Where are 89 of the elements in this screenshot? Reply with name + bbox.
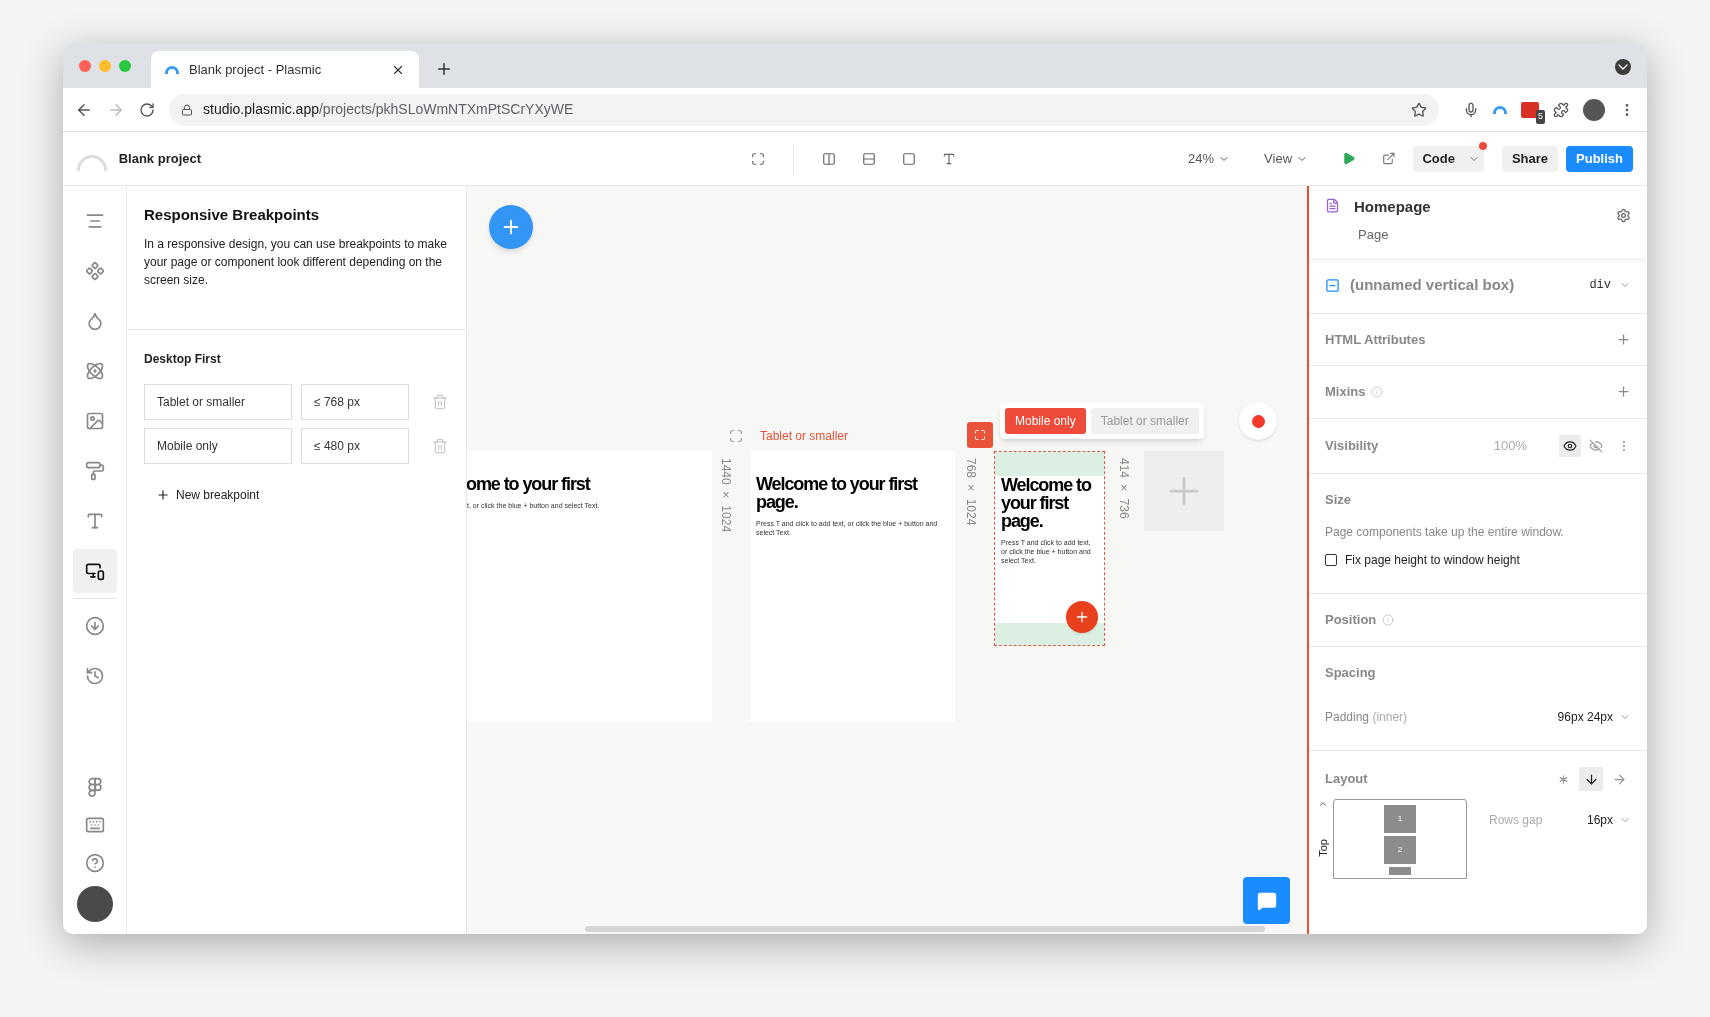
page-title: Homepage: [1354, 197, 1432, 217]
frame-icon[interactable]: [729, 429, 743, 443]
settings-icon[interactable]: [1616, 208, 1631, 223]
element-name: (unnamed vertical box): [1350, 275, 1516, 295]
url-text: studio.plasmic.app/projects/pkhSLoWmNTXmPtSCrYXyWE: [203, 100, 575, 119]
page-icon: [1325, 198, 1340, 213]
record-button[interactable]: [1239, 402, 1277, 440]
url-field[interactable]: studio.plasmic.app/projects/pkhSLoWmNTXmPtSCrYXyWE: [169, 93, 1439, 126]
artboard-size: 768 × 1024: [963, 458, 979, 526]
extension-badge: 5: [1536, 110, 1545, 124]
new-breakpoint-button[interactable]: New breakpoint: [156, 485, 260, 504]
section-title: Position: [1325, 611, 1377, 629]
user-avatar[interactable]: [76, 886, 113, 922]
new-tab-icon[interactable]: [435, 60, 453, 78]
breakpoint-name-field[interactable]: Tablet or smaller: [144, 383, 292, 420]
plus-icon: [156, 487, 170, 502]
play-icon[interactable]: [1342, 151, 1356, 166]
view-dropdown[interactable]: View: [1264, 148, 1309, 169]
eye-icon[interactable]: [1559, 434, 1581, 457]
preview-item: 2: [1384, 836, 1416, 864]
breakpoint-width-field[interactable]: ≤ 768 px: [301, 383, 409, 420]
frame-label[interactable]: Tablet or smaller: [760, 427, 849, 445]
checkbox-label: Fix page height to window height: [1345, 552, 1520, 569]
section-title: HTML Attributes: [1325, 330, 1427, 349]
variant-tab[interactable]: Mobile only: [1005, 408, 1086, 434]
panel-title: Responsive Breakpoints: [144, 205, 321, 225]
padding-dropdown[interactable]: 96px 24px: [1557, 708, 1631, 726]
preview-item: 1: [1384, 805, 1416, 833]
square-icon[interactable]: [902, 151, 917, 166]
tag-dropdown[interactable]: div: [1589, 276, 1631, 295]
share-button[interactable]: Share: [1501, 145, 1559, 172]
add-icon[interactable]: [1616, 384, 1631, 400]
preview-item: [1389, 867, 1411, 875]
artboard-size: 1440 × 1024: [718, 458, 734, 533]
text-box-icon[interactable]: [942, 151, 957, 166]
checkbox[interactable]: [1325, 554, 1337, 566]
align-label: Top: [1315, 839, 1330, 857]
external-link-icon[interactable]: [1381, 151, 1396, 166]
chat-button[interactable]: [1243, 877, 1290, 924]
tab-search-icon[interactable]: [1615, 59, 1631, 75]
page-subtitle: Page: [1358, 225, 1390, 244]
reload-icon[interactable]: [139, 101, 155, 118]
info-icon: [1371, 385, 1384, 398]
rainbow-icon: [165, 65, 179, 74]
plus-icon: [1074, 609, 1090, 625]
info-icon: [1382, 613, 1395, 626]
profile-avatar[interactable]: [1583, 98, 1605, 121]
browser-tab[interactable]: Blank project - Plasmic: [151, 51, 419, 88]
lock-icon: [181, 103, 193, 116]
artboard-heading: Welcome to your first page.: [756, 475, 919, 511]
frame-icon: [974, 429, 986, 441]
add-icon[interactable]: [1616, 331, 1631, 347]
tab-title: Blank project - Plasmic: [189, 60, 323, 79]
chevron-up-icon[interactable]: [1318, 799, 1328, 809]
breakpoint-width-field[interactable]: ≤ 480 px: [301, 427, 409, 464]
section-title: Size: [1325, 490, 1352, 509]
frame-button[interactable]: [967, 422, 993, 448]
section-title: Spacing: [1325, 663, 1377, 682]
rows-icon[interactable]: [862, 151, 877, 166]
padding-label: Padding (inner): [1325, 709, 1409, 726]
devices-icon[interactable]: [72, 549, 117, 593]
zoom-dropdown[interactable]: 24%: [1188, 148, 1231, 169]
columns-icon[interactable]: [822, 151, 837, 166]
panel-description: In a responsive design, you can use breakpoints to make your page or component look different depending on the screen size.: [144, 235, 448, 289]
horizontal-scrollbar[interactable]: [585, 926, 1265, 932]
project-name: Blank project: [118, 149, 202, 168]
rainbow-icon[interactable]: [1493, 105, 1507, 114]
add-button[interactable]: [1066, 601, 1098, 633]
extension-icon[interactable]: [1521, 101, 1539, 118]
section-title: Layout: [1325, 770, 1369, 789]
fit-screen-icon[interactable]: [751, 151, 766, 166]
plasmic-logo-icon: [77, 154, 107, 171]
arrow-down-icon[interactable]: [1579, 767, 1603, 791]
artboard-size: 414 × 736: [1116, 458, 1132, 519]
vertical-box-icon: [1325, 277, 1340, 293]
artboard-heading: ome to your first: [467, 475, 592, 493]
add-button[interactable]: [489, 205, 533, 249]
puzzle-icon[interactable]: [1553, 101, 1569, 118]
breakpoint-name-field[interactable]: Mobile only: [144, 427, 292, 464]
section-title: Desktop First: [144, 350, 222, 368]
rows-gap-dropdown[interactable]: 16px: [1586, 811, 1631, 829]
microphone-icon[interactable]: [1463, 101, 1479, 118]
chat-icon: [1256, 890, 1277, 911]
section-title: Mixins: [1325, 383, 1366, 401]
section-title: Visibility: [1325, 436, 1380, 455]
rows-gap-label: Rows gap: [1489, 812, 1544, 829]
star-icon[interactable]: [1411, 101, 1427, 118]
artboard-heading: Welcome to your first page.: [1001, 476, 1093, 530]
size-note: Page components take up the entire window.: [1325, 524, 1565, 541]
